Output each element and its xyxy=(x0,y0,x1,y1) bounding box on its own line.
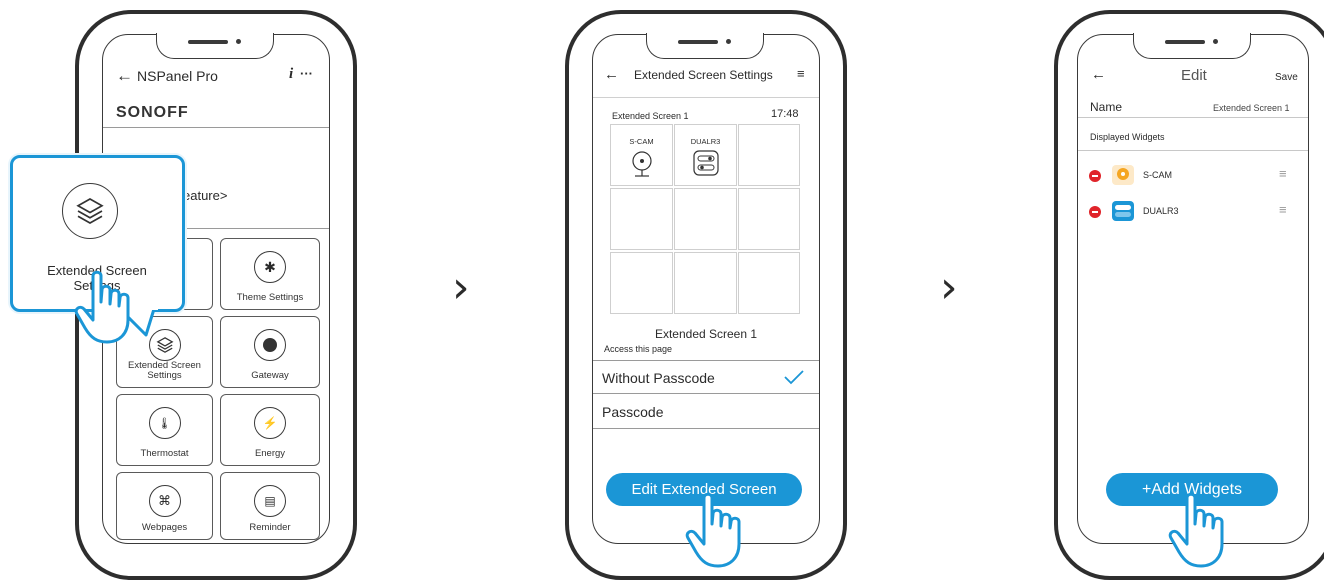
pointing-hand-icon xyxy=(74,270,130,344)
tile-label: Theme Settings xyxy=(236,292,304,303)
grid-cell-empty[interactable] xyxy=(610,188,673,250)
pointing-hand-icon xyxy=(685,492,741,568)
drag-handle-icon[interactable]: ≡ xyxy=(1279,202,1287,217)
grid-cell-empty[interactable] xyxy=(610,252,673,314)
pointing-hand-icon xyxy=(1168,492,1224,568)
speaker xyxy=(188,40,228,44)
drag-handle-icon[interactable]: ≡ xyxy=(1279,166,1287,181)
back-arrow-icon[interactable]: ← xyxy=(116,66,133,86)
tile-label: Reminder xyxy=(249,522,291,533)
info-icon[interactable]: i xyxy=(289,66,293,83)
section-label: Displayed Widgets xyxy=(1090,132,1165,142)
widget-label: DUALR3 xyxy=(1143,206,1179,216)
layers-icon xyxy=(62,183,118,239)
energy-icon: ⚡ xyxy=(254,407,286,439)
phone-3-notch xyxy=(1133,33,1251,59)
phone-2-notch xyxy=(646,33,764,59)
camera-dot xyxy=(1213,39,1218,44)
page-title: Extended Screen Settings xyxy=(634,68,773,82)
divider xyxy=(1078,117,1308,118)
screen-caption: Extended Screen 1 xyxy=(654,327,758,341)
speaker xyxy=(1165,40,1205,44)
scam-widget-icon xyxy=(1112,165,1134,185)
brand-logo: SONOFF xyxy=(116,104,189,121)
option-passcode[interactable]: Passcode xyxy=(602,404,663,420)
back-arrow-icon[interactable]: ← xyxy=(604,66,619,83)
screen-time: 17:48 xyxy=(771,108,799,120)
gateway-icon xyxy=(254,329,286,361)
next-step-chevron-icon: › xyxy=(940,262,958,313)
reminder-icon: ▤ xyxy=(254,485,286,517)
access-label: Access this page xyxy=(604,344,673,354)
option-without-passcode[interactable]: Without Passcode xyxy=(602,370,715,386)
more-icon[interactable]: ··· xyxy=(300,66,313,81)
divider xyxy=(593,360,819,361)
tile-label: Webpages xyxy=(141,522,188,533)
checkmark-icon xyxy=(784,370,804,385)
camera-icon xyxy=(632,151,652,177)
tile-label: Extended Screen Settings xyxy=(128,360,201,381)
screen-name: Extended Screen 1 xyxy=(612,111,689,121)
grid-cell-empty[interactable] xyxy=(738,188,800,250)
grid-cell-empty[interactable] xyxy=(674,188,737,250)
tile-energy[interactable]: ⚡ Energy xyxy=(220,394,320,466)
divider xyxy=(593,393,819,394)
back-arrow-icon[interactable]: ← xyxy=(1091,66,1106,83)
speaker xyxy=(678,40,718,44)
tile-label: Thermostat xyxy=(140,448,189,459)
remove-widget-icon[interactable] xyxy=(1089,170,1101,182)
widget-label: S-CAM xyxy=(1143,170,1172,180)
save-button[interactable]: Save xyxy=(1275,72,1298,83)
page-title: NSPanel Pro xyxy=(137,68,218,84)
camera-dot xyxy=(726,39,731,44)
divider xyxy=(103,127,329,128)
webpages-icon: ⌘ xyxy=(148,485,181,517)
grid-cell-empty[interactable] xyxy=(738,124,800,186)
widget-label: DUALR3 xyxy=(690,137,721,146)
remove-widget-icon[interactable] xyxy=(1089,206,1101,218)
widget-label: S-CAM xyxy=(629,137,654,146)
tile-webpages[interactable]: ⌘ Webpages xyxy=(116,472,213,540)
phone-1-notch xyxy=(156,33,274,59)
switch-icon xyxy=(693,150,719,176)
thermostat-icon: 🌡 xyxy=(148,407,181,439)
grid-cell-empty[interactable] xyxy=(674,252,737,314)
grid-cell-dualr3[interactable]: DUALR3 xyxy=(674,124,737,186)
pinwheel-icon: ✱ xyxy=(254,251,286,283)
page-title: Edit xyxy=(1181,67,1207,84)
sort-icon[interactable]: ≡ xyxy=(797,66,805,81)
divider xyxy=(593,428,819,429)
tile-reminder[interactable]: ▤ Reminder xyxy=(220,472,320,540)
name-label: Name xyxy=(1090,100,1123,114)
tile-label: Gateway xyxy=(251,370,289,381)
grid-cell-empty[interactable] xyxy=(738,252,800,314)
tile-label: Energy xyxy=(254,448,286,459)
dualr3-widget-icon xyxy=(1112,201,1134,221)
camera-dot xyxy=(236,39,241,44)
next-step-chevron-icon: › xyxy=(452,262,470,313)
feature-text: eature> xyxy=(183,188,228,203)
tile-thermostat[interactable]: 🌡 Thermostat xyxy=(116,394,213,466)
divider xyxy=(1078,150,1308,151)
name-value[interactable]: Extended Screen 1 xyxy=(1213,103,1290,113)
divider xyxy=(593,97,819,98)
tile-theme-settings[interactable]: ✱ Theme Settings xyxy=(220,238,320,310)
grid-cell-scam[interactable]: S-CAM xyxy=(610,124,673,186)
tile-gateway[interactable]: Gateway xyxy=(220,316,320,388)
